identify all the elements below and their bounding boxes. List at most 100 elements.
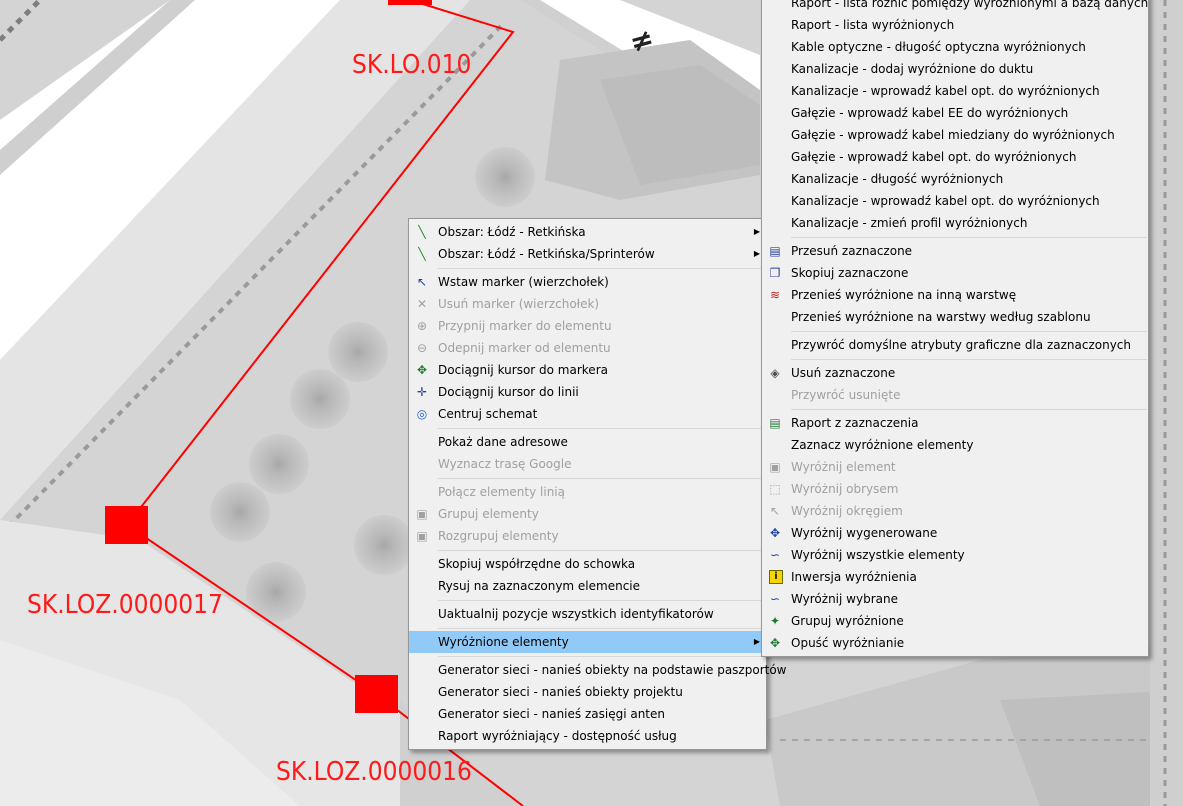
menu-item-usun-zaznaczone[interactable]: ◈ Usuń zaznaczone	[762, 362, 1148, 384]
menu-item-przenies-wyroznione-na-inna-warstwe[interactable]: ≋ Przenieś wyróżnione na inną warstwę	[762, 284, 1148, 306]
menu-item-przenies-wyroznione-na-warstwy-wedlug-sz[interactable]: Przenieś wyróżnione na warstwy według sz…	[762, 306, 1148, 328]
menu-item-label: Obszar: Łódź - Retkińska/Sprinterów	[438, 247, 655, 261]
network-node	[388, 0, 432, 5]
menu-item-raport-lista-wyroznionych[interactable]: Raport - lista wyróżnionych	[762, 14, 1148, 36]
menu-item-kable-optyczne-dlugosc-optyczna-wyroznio[interactable]: Kable optyczne - długość optyczna wyróżn…	[762, 36, 1148, 58]
menu-item-zaznacz-wyroznione-elementy[interactable]: Zaznacz wyróżnione elementy	[762, 434, 1148, 456]
map-label-sk-loz-0000016: SK.LOZ.0000016	[276, 757, 472, 787]
highlight-all-icon: ∽	[769, 548, 781, 562]
menu-item-label: Dociągnij kursor do linii	[438, 385, 579, 399]
menu-item-label: Gałęzie - wprowadź kabel EE do wyróżnion…	[791, 106, 1069, 120]
group-icon: ▣	[416, 507, 428, 521]
menu-item-label: Kanalizacje - długość wyróżnionych	[791, 172, 1004, 186]
menu-item-label: Przesuń zaznaczone	[791, 244, 913, 258]
menu-item-dociagnij-kursor-do-linii[interactable]: ✛ Dociągnij kursor do linii	[409, 381, 766, 403]
menu-item-przesun-zaznaczone[interactable]: ▤ Przesuń zaznaczone	[762, 240, 1148, 262]
menu-item-obszar-lodz-retkinska[interactable]: ╲ Obszar: Łódź - Retkińska ▶	[409, 221, 766, 243]
menu-item-kanalizacje-dodaj-wyroznione-do-duktu[interactable]: Kanalizacje - dodaj wyróżnione do duktu	[762, 58, 1148, 80]
menu-item-grupuj-elementy: ▣ Grupuj elementy	[409, 503, 766, 525]
menu-item-raport-lista-roznic-pomiedzy-wyroznionym[interactable]: Raport - lista różnic pomiędzy wyróżnion…	[762, 0, 1148, 14]
menu-item-label: Wyróżnione elementy	[438, 635, 569, 649]
menu-item-label: Wyróżnij obrysem	[791, 482, 899, 496]
menu-item-wyroznij-wybrane[interactable]: ∽ Wyróżnij wybrane	[762, 588, 1148, 610]
menu-item-wyroznij-okregiem: ↖ Wyróżnij okręgiem	[762, 500, 1148, 522]
menu-item-label: Kanalizacje - dodaj wyróżnione do duktu	[791, 62, 1034, 76]
menu-item-label: Pokaż dane adresowe	[438, 435, 568, 449]
menu-separator	[791, 359, 1147, 360]
menu-item-label: Wyróżnij wygenerowane	[791, 526, 938, 540]
menu-item-label: Gałęzie - wprowadź kabel miedziany do wy…	[791, 128, 1115, 142]
layers-icon: ≋	[769, 288, 781, 302]
menu-item-uaktualnij-pozycje-wszystkich-identyfika[interactable]: Uaktualnij pozycje wszystkich identyfika…	[409, 603, 766, 625]
menu-item-label: Wyznacz trasę Google	[438, 457, 572, 471]
menu-item-label: Kanalizacje - wprowadź kabel opt. do wyr…	[791, 194, 1100, 208]
menu-item-przypnij-marker-do-elementu: ⊕ Przypnij marker do elementu	[409, 315, 766, 337]
unpin-marker-icon: ⊖	[416, 341, 428, 355]
menu-item-dociagnij-kursor-do-markera[interactable]: ✥ Dociągnij kursor do markera	[409, 359, 766, 381]
menu-item-label: Kanalizacje - wprowadź kabel opt. do wyr…	[791, 84, 1100, 98]
menu-item-kanalizacje-zmien-profil-wyroznionych[interactable]: Kanalizacje - zmień profil wyróżnionych	[762, 212, 1148, 234]
highlight-generated-icon: ✥	[769, 526, 781, 540]
context-menu: ╲ Obszar: Łódź - Retkińska ▶ ╲ Obszar: Łódź …	[408, 218, 787, 750]
menu-separator	[438, 628, 765, 629]
menu-item-label: Centruj schemat	[438, 407, 538, 421]
menu-item-label: Przywróć domyślne atrybuty graficzne dla…	[791, 338, 1132, 352]
menu-item-raport-wyrozniajacy-dostepnosc-uslug[interactable]: Raport wyróżniający - dostępność usług	[409, 725, 766, 747]
menu-item-label: Przenieś wyróżnione na inną warstwę	[791, 288, 1017, 302]
submenu-arrow-icon: ▶	[753, 637, 760, 646]
invert-info-icon: i	[769, 570, 783, 584]
menu-item-skopiuj-zaznaczone[interactable]: ❐ Skopiuj zaznaczone	[762, 262, 1148, 284]
menu-item-przywroc-usuniete: Przywróć usunięte	[762, 384, 1148, 406]
menu-item-inwersja-wyroznienia[interactable]: i Inwersja wyróżnienia	[762, 566, 1148, 588]
menu-item-rysuj-na-zaznaczonym-elemencie[interactable]: Rysuj na zaznaczonym elemencie	[409, 575, 766, 597]
menu-item-galezie-wprowadz-kabel-miedziany-do-wyro[interactable]: Gałęzie - wprowadź kabel miedziany do wy…	[762, 124, 1148, 146]
pin-marker-icon: ⊕	[416, 319, 428, 333]
menu-item-label: Odepnij marker od elementu	[438, 341, 611, 355]
menu-item-centruj-schemat[interactable]: ◎ Centruj schemat	[409, 403, 766, 425]
menu-item-label: Usuń zaznaczone	[791, 366, 896, 380]
menu-item-label: Generator sieci - nanieś zasięgi anten	[438, 707, 665, 721]
menu-item-kanalizacje-wprowadz-kabel-opt-do-wyrozn[interactable]: Kanalizacje - wprowadź kabel opt. do wyr…	[762, 190, 1148, 212]
menu-item-obszar-lodz-retkinska-sprinterow[interactable]: ╲ Obszar: Łódź - Retkińska/Sprinterów ▶	[409, 243, 766, 265]
center-target-icon: ◎	[416, 407, 428, 421]
submenu-arrow-icon: ▶	[753, 249, 760, 258]
menu-item-label: Generator sieci - nanieś obiekty na pods…	[438, 663, 787, 677]
menu-item-label: Zaznacz wyróżnione elementy	[791, 438, 974, 452]
menu-item-pokaz-dane-adresowe[interactable]: Pokaż dane adresowe	[409, 431, 766, 453]
network-node	[355, 675, 398, 713]
menu-item-galezie-wprowadz-kabel-opt-do-wyrozniony[interactable]: Gałęzie - wprowadź kabel opt. do wyróżni…	[762, 146, 1148, 168]
highlight-selected-icon: ∽	[769, 592, 781, 606]
diagonal-line-icon: ╲	[418, 225, 426, 239]
menu-item-grupuj-wyroznione[interactable]: ✦ Grupuj wyróżnione	[762, 610, 1148, 632]
menu-item-generator-sieci-nanies-obiekty-projektu[interactable]: Generator sieci - nanieś obiekty projekt…	[409, 681, 766, 703]
menu-item-kanalizacje-dlugosc-wyroznionych[interactable]: Kanalizacje - długość wyróżnionych	[762, 168, 1148, 190]
highlighted-elements-submenu: Raport - lista różnic pomiędzy wyróżnion…	[761, 0, 1149, 657]
menu-item-skopiuj-wspolrzedne-do-schowka[interactable]: Skopiuj współrzędne do schowka	[409, 553, 766, 575]
menu-item-label: Połącz elementy linią	[438, 485, 565, 499]
menu-separator	[438, 656, 765, 657]
menu-item-wyroznij-wszystkie-elementy[interactable]: ∽ Wyróżnij wszystkie elementy	[762, 544, 1148, 566]
menu-item-opusc-wyroznianie[interactable]: ✥ Opuść wyróżnianie	[762, 632, 1148, 654]
menu-item-wyznacz-trase-google: Wyznacz trasę Google	[409, 453, 766, 475]
menu-item-kanalizacje-wprowadz-kabel-opt-do-wyrozn[interactable]: Kanalizacje - wprowadź kabel opt. do wyr…	[762, 80, 1148, 102]
menu-item-przywroc-domyslne-atrybuty-graficzne-dla[interactable]: Przywróć domyślne atrybuty graficzne dla…	[762, 334, 1148, 356]
map-label-sk-loz-0000017: SK.LOZ.0000017	[27, 590, 223, 620]
menu-item-label: Raport z zaznaczenia	[791, 416, 919, 430]
ungroup-icon: ▣	[416, 529, 428, 543]
map-label-sk-lo-010: SK.LO.010	[352, 50, 472, 80]
menu-item-galezie-wprowadz-kabel-ee-do-wyroznionyc[interactable]: Gałęzie - wprowadź kabel EE do wyróżnion…	[762, 102, 1148, 124]
menu-item-label: Wyróżnij element	[791, 460, 896, 474]
menu-separator	[438, 268, 765, 269]
menu-item-wyroznione-elementy[interactable]: Wyróżnione elementy ▶	[409, 631, 766, 653]
cursor-arrow-icon: ↖	[416, 275, 428, 289]
menu-item-raport-z-zaznaczenia[interactable]: ▤ Raport z zaznaczenia	[762, 412, 1148, 434]
menu-item-generator-sieci-nanies-zasiegi-anten[interactable]: Generator sieci - nanieś zasięgi anten	[409, 703, 766, 725]
menu-item-label: Raport wyróżniający - dostępność usług	[438, 729, 677, 743]
menu-item-wyroznij-wygenerowane[interactable]: ✥ Wyróżnij wygenerowane	[762, 522, 1148, 544]
menu-item-label: Grupuj elementy	[438, 507, 539, 521]
menu-item-label: Wyróżnij wszystkie elementy	[791, 548, 965, 562]
menu-item-label: Kable optyczne - długość optyczna wyróżn…	[791, 40, 1086, 54]
menu-item-generator-sieci-nanies-obiekty-na-podsta[interactable]: Generator sieci - nanieś obiekty na pods…	[409, 659, 787, 681]
menu-item-wstaw-marker-wierzcholek[interactable]: ↖ Wstaw marker (wierzchołek)	[409, 271, 766, 293]
snap-to-line-icon: ✛	[416, 385, 428, 399]
